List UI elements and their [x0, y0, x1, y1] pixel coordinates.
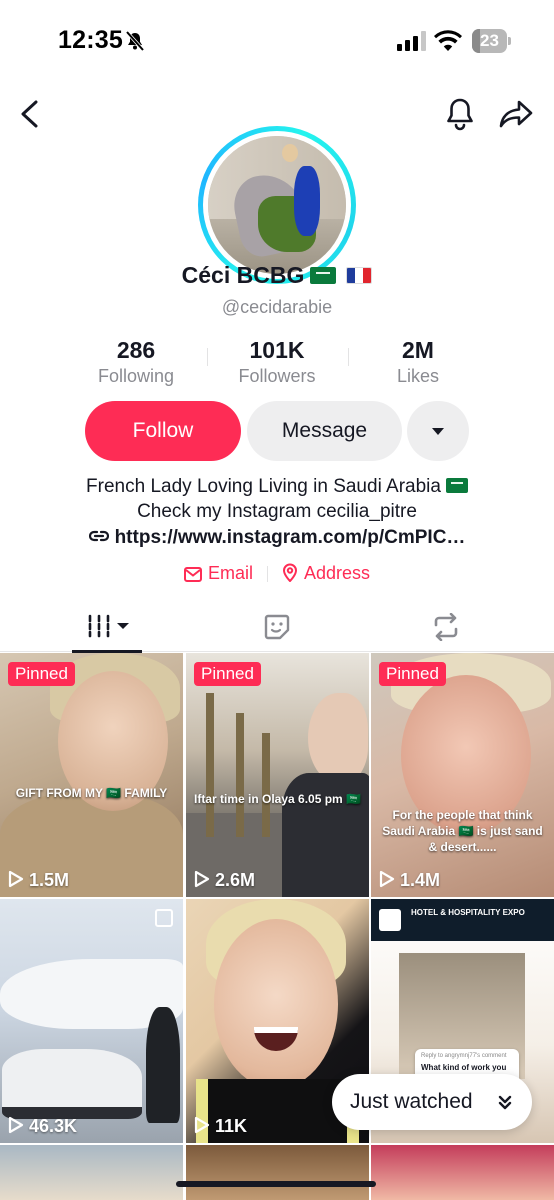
following-label: Following	[97, 366, 175, 386]
email-button[interactable]: Email	[183, 563, 253, 584]
hotel-expo-logo	[379, 909, 401, 931]
status-bar: 12:35 23	[0, 0, 554, 84]
play-icon	[379, 870, 395, 888]
video-tile[interactable]: 46.3K	[0, 899, 183, 1143]
tab-reposts[interactable]	[370, 600, 554, 652]
video-tile[interactable]: GIFT FROM MY 🇸🇦 FAMILY Pinned 1.5M	[0, 653, 183, 897]
view-count: 46.3K	[8, 1116, 77, 1137]
video-tile[interactable]	[371, 1145, 554, 1200]
battery-percent: 23	[480, 31, 499, 50]
username: @cecidarabie	[221, 297, 333, 317]
avatar-story-ring[interactable]	[198, 126, 356, 284]
address-button[interactable]: Address	[282, 563, 370, 584]
contact-row: Email Address	[0, 563, 554, 589]
status-time: 12:35	[58, 26, 123, 54]
contact-divider	[266, 565, 268, 582]
play-icon	[194, 1116, 210, 1134]
stat-likes[interactable]: 2M Likes	[343, 336, 493, 388]
pinned-badge: Pinned	[379, 662, 446, 686]
view-count: 1.4M	[379, 870, 440, 891]
view-count: 2.6M	[194, 870, 255, 891]
likes-count: 2M	[402, 337, 434, 363]
pinned-badge: Pinned	[194, 662, 261, 686]
bell-slash-icon	[125, 30, 145, 52]
suggested-accounts-dropdown-button[interactable]	[407, 401, 469, 461]
double-chevron-down-icon	[498, 1095, 512, 1110]
battery-indicator: 23	[472, 29, 512, 53]
video-caption: For the people that think Saudi Arabia 🇸…	[382, 808, 543, 854]
video-tile[interactable]	[0, 1145, 183, 1200]
pinned-badge: Pinned	[8, 662, 75, 686]
location-pin-icon	[282, 563, 297, 583]
just-watched-button[interactable]: Just watched	[332, 1074, 532, 1130]
link-icon	[88, 530, 109, 542]
bio-link-text: https://www.instagram.com/p/CmPIC…	[114, 527, 466, 548]
followers-label: Followers	[238, 366, 316, 386]
cellular-signal-icon	[397, 31, 426, 51]
view-count: 11K	[194, 1116, 247, 1137]
play-icon	[8, 1116, 24, 1134]
bio: French Lady Loving Living in Saudi Arabi…	[0, 474, 554, 524]
stat-followers[interactable]: 101K Followers	[202, 336, 352, 388]
tab-favorites[interactable]	[185, 600, 369, 652]
france-flag-icon	[346, 267, 373, 284]
video-caption: Iftar time in Olaya 6.05 pm 🇸🇦	[194, 792, 361, 806]
envelope-icon	[183, 567, 202, 582]
share-arrow-icon[interactable]	[497, 97, 535, 131]
video-tile[interactable]: For the people that think Saudi Arabia 🇸…	[371, 653, 554, 897]
tab-videos[interactable]	[0, 600, 184, 653]
video-caption: GIFT FROM MY 🇸🇦 FAMILY	[15, 786, 168, 800]
following-count: 286	[116, 337, 156, 363]
likes-label: Likes	[396, 366, 440, 386]
display-name: Céci BCBG	[181, 262, 305, 288]
repost-icon	[434, 613, 458, 641]
bio-line: Check my Instagram cecilia_pitre	[137, 501, 417, 522]
avatar	[208, 136, 346, 274]
back-chevron-icon[interactable]	[14, 96, 46, 132]
wifi-icon	[434, 30, 462, 51]
profile-tabs	[0, 600, 554, 653]
stat-following[interactable]: 286 Following	[61, 336, 211, 388]
home-indicator[interactable]	[176, 1181, 376, 1187]
followers-count: 101K	[249, 337, 305, 363]
notification-bell-icon[interactable]	[443, 96, 477, 132]
saudi-arabia-flag-icon	[445, 478, 468, 493]
message-button[interactable]: Message	[247, 401, 402, 461]
video-tile[interactable]: Iftar time in Olaya 6.05 pm 🇸🇦 Pinned 2.…	[186, 653, 369, 897]
video-tile[interactable]	[186, 1145, 369, 1200]
videos-grid-icon	[88, 614, 129, 638]
bio-link[interactable]: https://www.instagram.com/p/CmPIC…	[0, 527, 554, 549]
bio-line: French Lady Loving Living in Saudi Arabi…	[0, 474, 554, 499]
profile-stats: 286 Following 101K Followers 2M Likes	[0, 336, 554, 392]
play-icon	[8, 870, 24, 888]
saudi-arabia-flag-icon	[310, 267, 337, 284]
display-name-row: Céci BCBG	[0, 262, 554, 289]
play-icon	[194, 870, 210, 888]
sticker-icon	[264, 614, 290, 640]
view-count: 1.5M	[8, 870, 69, 891]
multi-photo-icon	[155, 909, 173, 927]
follow-button[interactable]: Follow	[85, 401, 241, 461]
